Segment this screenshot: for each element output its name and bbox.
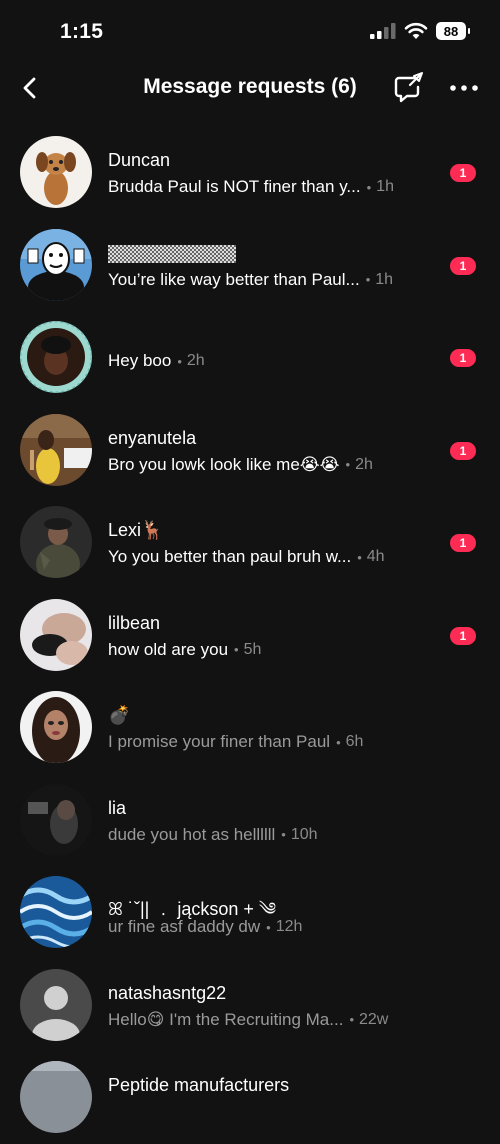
- timestamp: 6h: [345, 733, 364, 750]
- request-row[interactable]: Duncan Brudda Paul is NOT finer than y..…: [0, 126, 500, 219]
- more-dots-icon: [450, 85, 478, 91]
- unread-badge: 1: [450, 626, 476, 645]
- separator-dot: •: [349, 1012, 354, 1027]
- avatar[interactable]: [20, 968, 92, 1041]
- separator-dot: •: [357, 549, 362, 565]
- unread-badge: 1: [450, 534, 476, 552]
- avatar[interactable]: [20, 691, 92, 763]
- timestamp: 1h: [376, 178, 394, 195]
- message-text: Hello😋 I'm the Recruiting Ma...: [108, 1009, 344, 1029]
- sender-name-redacted: [108, 243, 236, 268]
- message-text: dude you hot as hellllll: [108, 824, 276, 844]
- message-text: ur fine asf daddy dw: [108, 917, 261, 936]
- avatar[interactable]: [20, 321, 92, 393]
- message-text: Brudda Paul is NOT finer than y...: [108, 177, 361, 196]
- sender-name: Peptide manufacturers: [108, 1075, 290, 1095]
- message-text: how old are you: [108, 639, 229, 659]
- status-time: 1:15: [60, 20, 104, 43]
- more-options-button[interactable]: [446, 72, 482, 104]
- timestamp: 1h: [375, 270, 394, 288]
- wifi-icon: [404, 22, 428, 39]
- request-row[interactable]: 💣 I promise your finer than Paul • 6h: [0, 681, 500, 774]
- message-preview: Brudda Paul is NOT finer than y... • 1h: [108, 177, 394, 197]
- message-text: I promise your finer than Paul: [108, 732, 331, 751]
- censor-block: [108, 244, 236, 263]
- message-text: Bro you lowk look like me😭😭: [108, 454, 340, 474]
- separator-dot: •: [281, 827, 286, 842]
- avatar[interactable]: [20, 506, 92, 578]
- status-icons: 88: [370, 22, 470, 40]
- request-row[interactable]: enyanutela Bro you lowk look like me😭😭 •…: [0, 404, 500, 497]
- message-preview: how old are you • 5h: [108, 640, 261, 660]
- sender-name: Lexi🦌: [108, 520, 164, 540]
- default-avatar-icon: [20, 968, 92, 1041]
- separator-dot: •: [345, 457, 351, 472]
- sender-name: lia: [108, 797, 127, 818]
- separator-dot: •: [177, 353, 182, 369]
- cellular-signal-icon: [370, 23, 396, 39]
- request-row[interactable]: Hey boo • 2h 1: [0, 311, 500, 404]
- sender-name: lilbean: [108, 612, 161, 633]
- message-text: You’re like way better than Paul...: [108, 269, 360, 289]
- timestamp: 5h: [243, 640, 262, 658]
- message-preview: Hey boo • 2h: [108, 351, 205, 371]
- separator-dot: •: [266, 919, 271, 935]
- message-request-list: Duncan Brudda Paul is NOT finer than y..…: [0, 126, 500, 1144]
- message-preview: dude you hot as hellllll • 10h: [108, 825, 318, 845]
- timestamp: 10h: [290, 825, 318, 843]
- request-row[interactable]: Peptide manufacturers: [0, 1051, 500, 1144]
- message-preview: ur fine asf daddy dw • 12h: [108, 917, 302, 937]
- timestamp: 4h: [366, 548, 385, 565]
- sender-name: 💣: [108, 705, 131, 725]
- sender-name: enyanutela: [108, 427, 197, 448]
- separator-dot: •: [366, 179, 372, 195]
- message-filter-icon: [394, 72, 423, 103]
- timestamp: 22w: [359, 1010, 389, 1028]
- message-preview: Yo you better than paul bruh w... • 4h: [108, 547, 385, 567]
- separator-dot: •: [336, 734, 341, 750]
- unread-badge: 1: [450, 441, 476, 460]
- separator-dot: •: [234, 642, 239, 657]
- avatar[interactable]: [20, 1061, 92, 1133]
- request-row[interactable]: Lexi🦌 Yo you better than paul bruh w... …: [0, 496, 500, 589]
- avatar[interactable]: [20, 598, 92, 671]
- message-preview: You’re like way better than Paul... • 1h: [108, 270, 393, 290]
- message-text: Yo you better than paul bruh w...: [108, 547, 352, 566]
- avatar[interactable]: [20, 876, 92, 948]
- unread-badge: 1: [450, 164, 476, 182]
- avatar[interactable]: [20, 136, 92, 208]
- status-bar: 1:15 88: [0, 0, 500, 66]
- sender-name: natashasntg22: [108, 982, 227, 1003]
- header: Message requests (6): [0, 66, 500, 112]
- avatar[interactable]: [20, 228, 92, 301]
- unread-badge: 1: [450, 349, 476, 367]
- separator-dot: •: [365, 272, 371, 287]
- request-row[interactable]: lilbean how old are you • 5h 1: [0, 589, 500, 682]
- avatar[interactable]: [20, 783, 92, 856]
- filter-requests-button[interactable]: [390, 70, 426, 106]
- timestamp: 12h: [275, 918, 303, 935]
- avatar[interactable]: [20, 413, 92, 486]
- message-preview: Hello😋 I'm the Recruiting Ma... • 22w: [108, 1010, 388, 1030]
- battery-indicator: 88: [436, 22, 470, 40]
- unread-badge: 1: [450, 256, 476, 275]
- timestamp: 2h: [186, 352, 205, 369]
- request-row[interactable]: lia dude you hot as hellllll • 10h: [0, 774, 500, 867]
- sender-name: Duncan: [108, 150, 171, 170]
- message-preview: I promise your finer than Paul • 6h: [108, 732, 363, 752]
- timestamp: 2h: [355, 455, 373, 473]
- request-row[interactable]: ꕤ ˙ˇ|| ﹒ jąckson + ༄ ur fine asf daddy d…: [0, 866, 500, 959]
- message-preview: Bro you lowk look like me😭😭 • 2h: [108, 455, 373, 475]
- request-row[interactable]: You’re like way better than Paul... • 1h…: [0, 219, 500, 312]
- request-row[interactable]: natashasntg22 Hello😋 I'm the Recruiting …: [0, 959, 500, 1052]
- message-text: Hey boo: [108, 351, 172, 370]
